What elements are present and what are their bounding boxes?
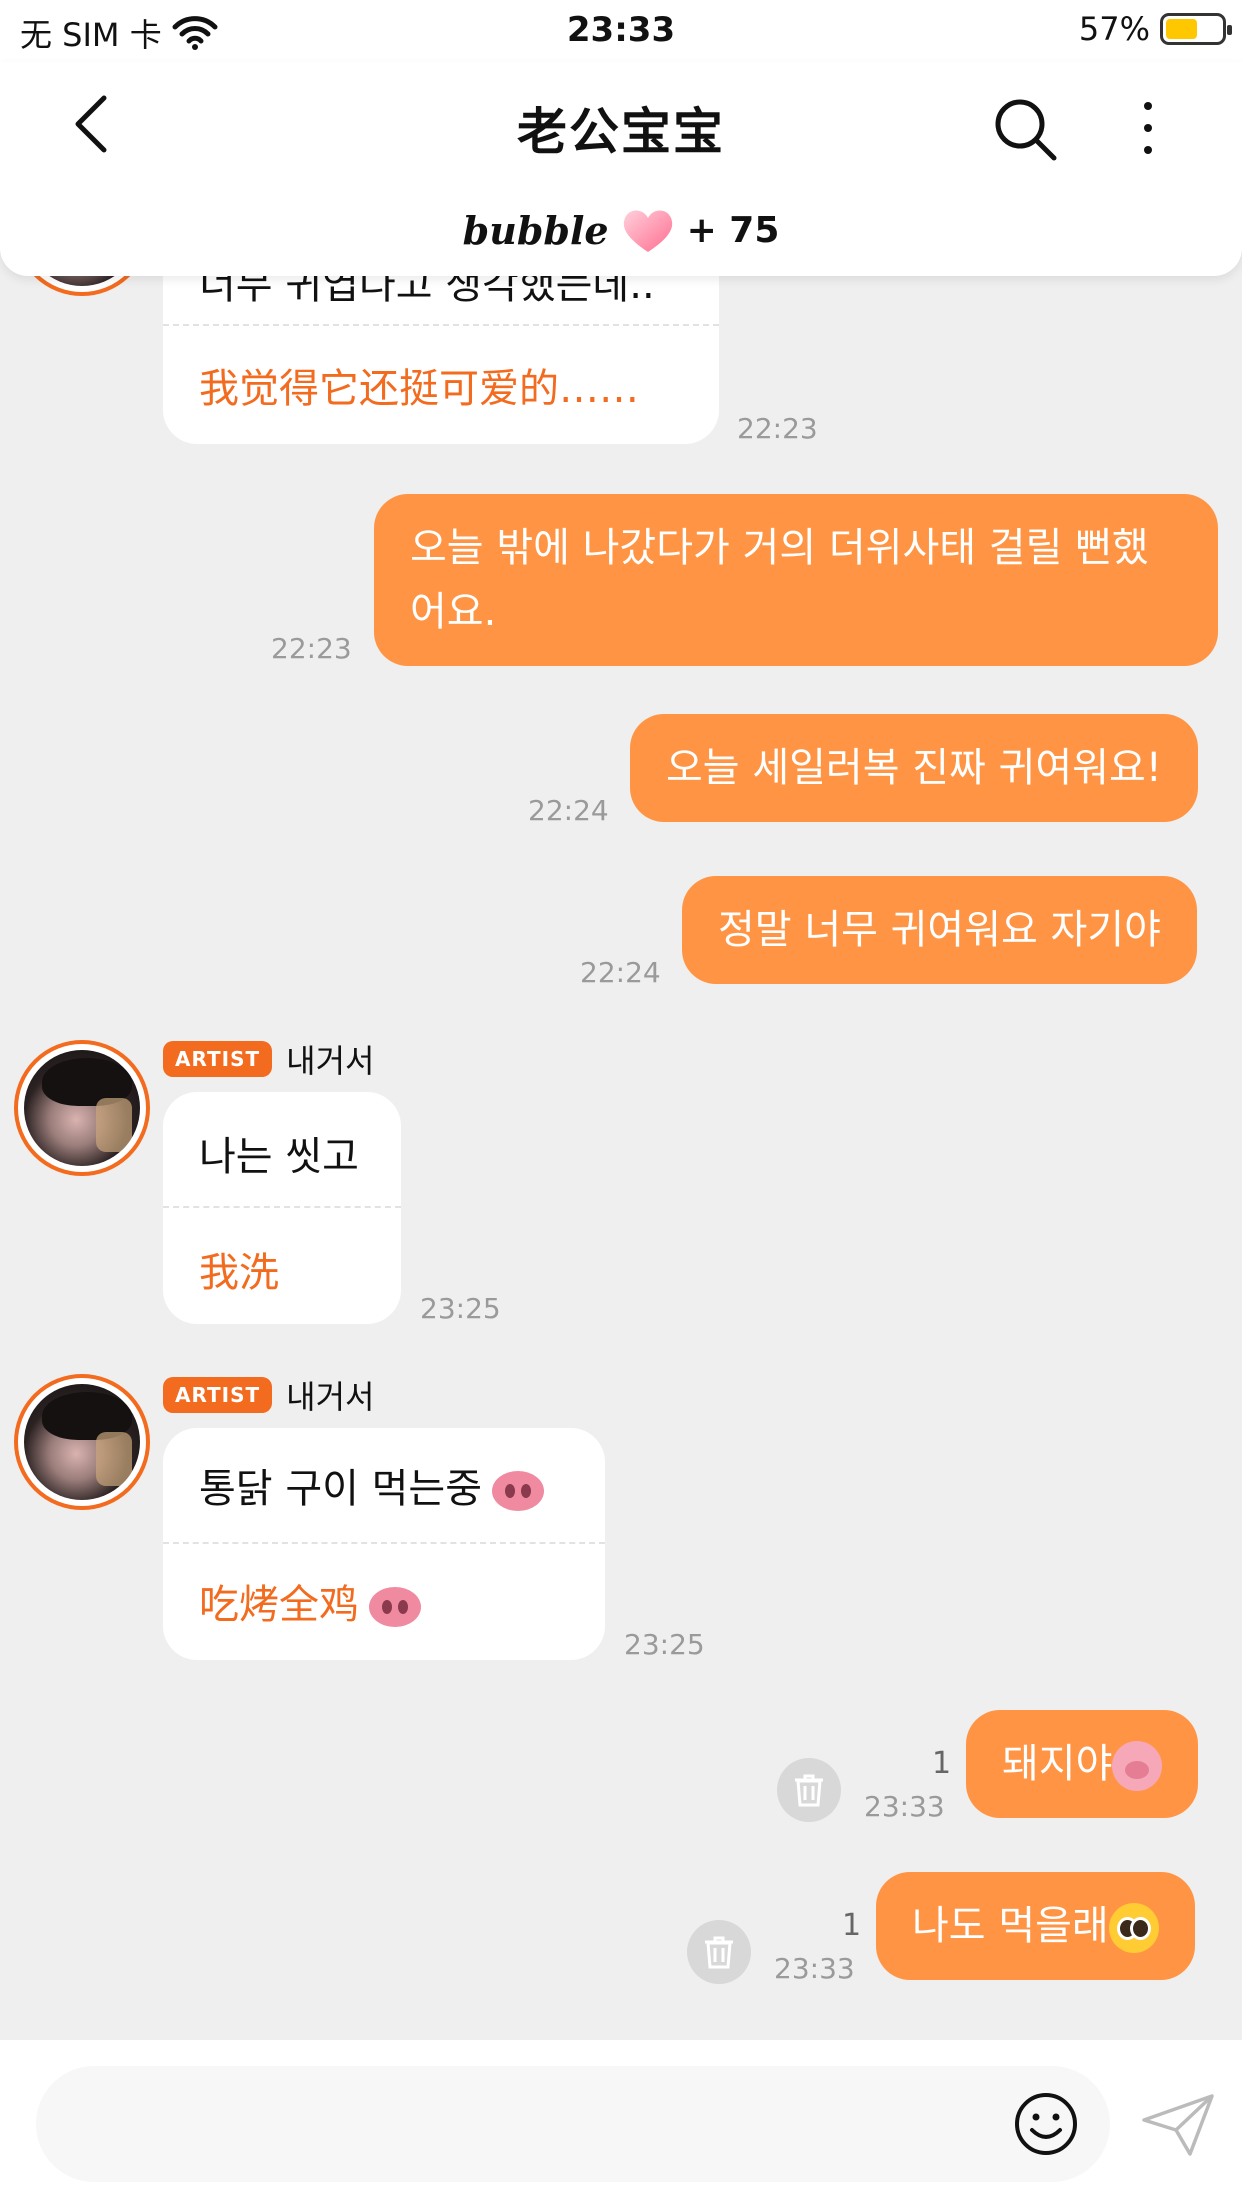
message-time: 23:25 — [420, 1292, 501, 1325]
read-count: 1 — [932, 1746, 952, 1781]
more-dot-icon — [1144, 102, 1152, 110]
message-text: 오늘 밖에 나갔다가 거의 더위사태 걸릴 뻔했어요. — [410, 525, 1149, 635]
status-bar: 无 SIM 卡 23:33 57% — [0, 0, 1242, 62]
outgoing-message[interactable]: 오늘 세일러복 진짜 귀여워요! — [630, 714, 1198, 822]
heart-icon — [623, 210, 672, 252]
sender-row: ARTIST 내거서 — [163, 1372, 374, 1418]
message-time: 23:33 — [864, 1790, 945, 1823]
more-dot-icon — [1144, 124, 1152, 132]
artist-badge: ARTIST — [163, 1041, 273, 1077]
incoming-message[interactable]: 통닭 구이 먹는중 吃烤全鸡 — [163, 1428, 605, 1660]
message-text: 나는 씻고 — [199, 1134, 359, 1180]
emoji-button[interactable] — [1012, 2090, 1080, 2158]
paper-plane-icon — [1142, 2094, 1214, 2156]
pig-nose-emoji-icon — [492, 1471, 545, 1511]
pig-nose-emoji-icon — [369, 1587, 421, 1627]
message-time: 22:24 — [528, 794, 609, 827]
incoming-message[interactable]: 나는 씻고 我洗 — [163, 1092, 401, 1324]
trash-icon — [705, 1936, 733, 1969]
battery-percent: 57% — [1078, 10, 1150, 48]
smiley-icon — [1015, 2093, 1077, 2155]
more-menu-button[interactable] — [1126, 96, 1170, 160]
message-time: 22:23 — [737, 412, 818, 445]
message-time: 22:24 — [580, 956, 661, 989]
artist-avatar[interactable] — [14, 1374, 150, 1510]
message-text: 나도 먹을래 — [912, 1903, 1109, 1949]
battery-icon — [1160, 13, 1232, 45]
outgoing-message[interactable]: 정말 너무 귀여워요 자기야 — [682, 876, 1197, 984]
sender-name[interactable]: 내거서 — [286, 1036, 374, 1082]
message-text: 돼지야 — [1002, 1741, 1113, 1787]
search-icon — [995, 99, 1057, 161]
delete-button[interactable] — [777, 1758, 841, 1822]
message-text: 통닭 구이 먹는중 — [199, 1466, 483, 1512]
pleading-face-emoji-icon — [1108, 1903, 1159, 1953]
message-translation: 我觉得它还挺可爱的…… — [199, 366, 639, 412]
send-button[interactable] — [1138, 2090, 1218, 2160]
bubble-count: + 75 — [686, 209, 780, 251]
clock: 23:33 — [566, 10, 676, 50]
message-time: 23:25 — [624, 1628, 705, 1661]
input-bar — [0, 2040, 1242, 2208]
battery-area: 57% — [1078, 10, 1232, 48]
translation-divider — [163, 324, 719, 326]
message-time: 23:33 — [774, 1952, 855, 1985]
bubble-logo: bubble — [462, 207, 609, 253]
sender-name[interactable]: 내거서 — [286, 1372, 374, 1418]
bubble-counter[interactable]: bubble + 75 — [0, 206, 1242, 254]
artist-avatar[interactable] — [14, 1040, 150, 1176]
artist-badge: ARTIST — [163, 1377, 273, 1413]
message-translation: 我洗 — [199, 1250, 279, 1296]
message-input[interactable] — [36, 2066, 1110, 2182]
translation-divider — [163, 1206, 401, 1208]
message-translation: 吃烤全鸡 — [199, 1582, 359, 1628]
translation-divider — [163, 1542, 605, 1544]
outgoing-message[interactable]: 나도 먹을래 — [876, 1872, 1195, 1980]
chat-area[interactable]: 너무 귀엽다고 생각했는데.. 我觉得它还挺可爱的…… 22:23 오늘 밖에 … — [0, 0, 1242, 2040]
more-dot-icon — [1144, 146, 1152, 154]
message-translation-row: 吃烤全鸡 — [163, 1572, 457, 1630]
read-count: 1 — [842, 1908, 862, 1943]
search-button[interactable] — [990, 94, 1060, 164]
trash-icon — [795, 1774, 823, 1807]
message-time: 22:23 — [271, 632, 352, 665]
message-text: 오늘 세일러복 진짜 귀여워요! — [666, 745, 1162, 791]
pig-face-emoji-icon — [1112, 1741, 1163, 1791]
battery-level — [1166, 19, 1197, 39]
outgoing-message[interactable]: 오늘 밖에 나갔다가 거의 더위사태 걸릴 뻔했어요. — [374, 494, 1218, 666]
delete-button[interactable] — [687, 1920, 751, 1984]
sender-row: ARTIST 내거서 — [163, 1036, 374, 1082]
outgoing-message[interactable]: 돼지야 — [966, 1710, 1199, 1818]
message-text-row: 통닭 구이 먹는중 — [163, 1456, 580, 1514]
message-text: 정말 너무 귀여워요 자기야 — [718, 907, 1161, 953]
chat-header: 老公宝宝 bubble + 75 — [0, 62, 1242, 276]
